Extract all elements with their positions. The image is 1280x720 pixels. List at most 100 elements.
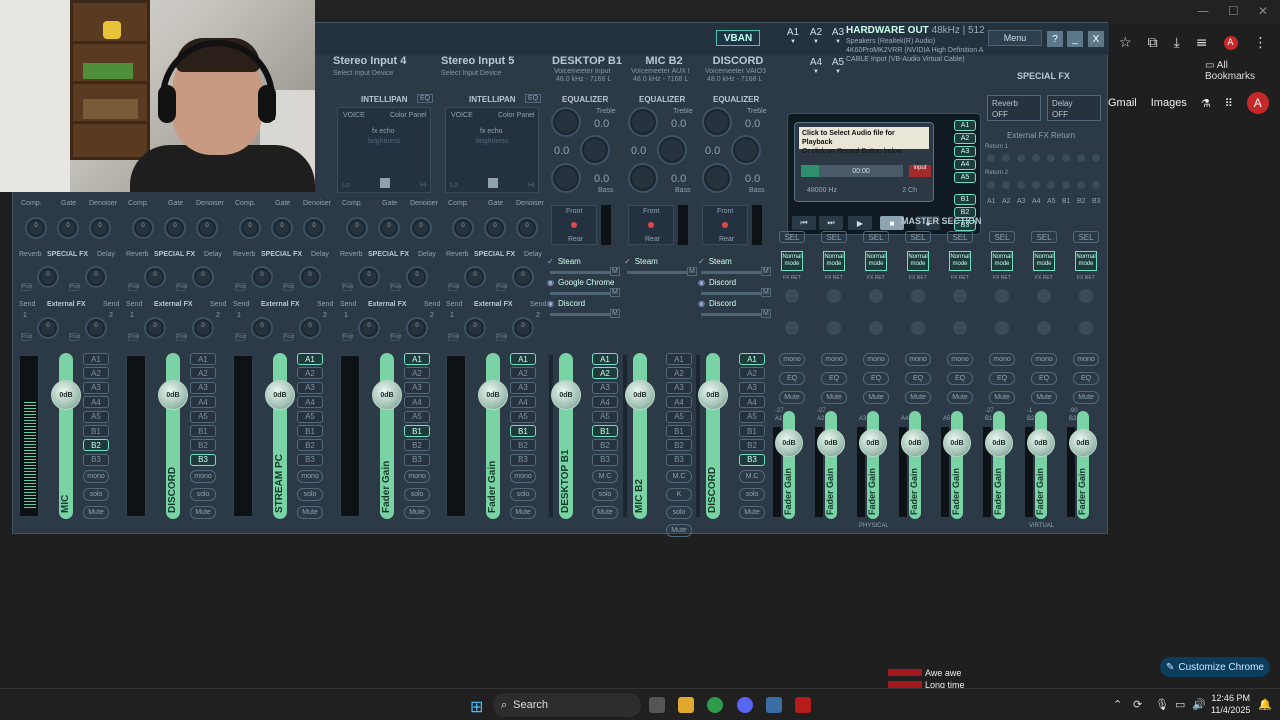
stereo-input-title[interactable]: Stereo Input 5 xyxy=(441,55,541,67)
labs-flask-icon[interactable]: ⚗ xyxy=(1201,97,1211,110)
fader-knob[interactable]: 0dB xyxy=(698,380,728,410)
master-fader-track[interactable]: Fader Gain xyxy=(1035,411,1047,519)
bus-a1-button[interactable]: A1 xyxy=(404,353,430,365)
hardware-out-devices[interactable]: Speakers (Realtek(R) Audio) 4K60ProMK2VR… xyxy=(846,37,986,64)
fader-knob[interactable]: 0dB xyxy=(478,380,508,410)
normal-mode-button[interactable]: Normal mode xyxy=(991,251,1013,271)
gmail-link[interactable]: Gmail xyxy=(1108,97,1137,109)
master-mono-button[interactable]: mono xyxy=(989,353,1015,366)
send-knob[interactable]: 0 xyxy=(406,317,428,339)
master-mute-button[interactable]: Mute xyxy=(863,391,889,404)
app-mute-button[interactable]: M xyxy=(761,267,771,276)
strip-knob[interactable]: 0 xyxy=(516,217,538,239)
master-mono-button[interactable]: mono xyxy=(821,353,847,366)
post-button[interactable]: Post xyxy=(283,283,294,291)
bus-b1-button[interactable]: B1 xyxy=(666,425,692,437)
fx-knob[interactable]: 0 xyxy=(37,266,59,288)
strip-knob[interactable]: 0 xyxy=(484,217,506,239)
tab-search-icon[interactable]: ≡ xyxy=(1196,35,1208,51)
master-fader-knob[interactable]: 0dB xyxy=(985,429,1013,457)
player-bus-a4-button[interactable]: A4 xyxy=(954,159,976,170)
fx-return-knob[interactable] xyxy=(1077,181,1085,189)
mute-button[interactable]: Mute xyxy=(510,506,536,519)
bus-a3-button[interactable]: A3 xyxy=(510,381,536,394)
player-bus-a3-button[interactable]: A3 xyxy=(954,146,976,157)
normal-mode-button[interactable]: Normal mode xyxy=(949,251,971,271)
fx-ret-knob[interactable] xyxy=(953,289,967,303)
remote-app-icon[interactable] xyxy=(766,697,782,713)
master-eq-button[interactable]: EQ xyxy=(905,372,931,385)
bus-select-A4[interactable]: A4 xyxy=(809,57,823,68)
fx-knob[interactable]: 0 xyxy=(85,266,107,288)
eq-knob[interactable] xyxy=(657,135,687,165)
close-button[interactable]: X xyxy=(1088,31,1104,47)
fx-ret-knob[interactable] xyxy=(1079,289,1093,303)
app-mute-button[interactable]: M xyxy=(687,267,697,276)
mute-button[interactable]: Mute xyxy=(666,524,692,537)
panner-panel[interactable]: Front Rear xyxy=(551,205,597,245)
eq-button[interactable]: EQ xyxy=(525,94,542,103)
post-button[interactable]: Post xyxy=(283,333,294,341)
strip-fader-track[interactable]: Fader Gain xyxy=(380,353,394,519)
master-mute-button[interactable]: Mute xyxy=(989,391,1015,404)
forward-button[interactable]: ⏭ xyxy=(819,216,843,230)
panner-panel[interactable]: Front Rear xyxy=(628,205,674,245)
master-mute-button[interactable]: Mute xyxy=(1073,391,1099,404)
solo-button[interactable]: solo xyxy=(666,506,692,519)
all-bookmarks-link[interactable]: ▭ All Bookmarks xyxy=(1205,60,1280,82)
master-mute-button[interactable]: Mute xyxy=(947,391,973,404)
chevron-down-icon[interactable]: ▼ xyxy=(786,39,800,45)
master-eq-button[interactable]: EQ xyxy=(863,372,889,385)
app-row[interactable]: ✓ Steam xyxy=(698,257,732,266)
bus-b3-button[interactable]: B3 xyxy=(190,453,216,466)
play-button[interactable]: ▶ xyxy=(848,216,872,230)
fx-return-knob[interactable] xyxy=(1062,154,1070,162)
strip-fader-track[interactable]: MIC B2 xyxy=(633,353,647,519)
fx-return-knob[interactable] xyxy=(987,154,995,162)
strip-fader-track[interactable]: MIC xyxy=(59,353,73,519)
fx-return-knob[interactable] xyxy=(1032,154,1040,162)
solo-button[interactable]: solo xyxy=(190,488,216,501)
master-mono-button[interactable]: mono xyxy=(779,353,805,366)
strip-knob[interactable]: 0 xyxy=(410,217,432,239)
virtual-input-title[interactable]: DISCORD xyxy=(700,55,776,67)
customize-chrome-button[interactable]: ✎ Customize Chrome xyxy=(1160,657,1270,677)
input-device-select[interactable]: Select Input Device xyxy=(441,70,501,77)
strip-knob[interactable]: 0 xyxy=(196,217,218,239)
fx-return-knob[interactable] xyxy=(1047,154,1055,162)
strip-knob[interactable]: 0 xyxy=(239,217,261,239)
app-mute-button[interactable]: M xyxy=(761,309,771,318)
bus-b3-button[interactable]: B3 xyxy=(592,453,618,466)
panner-dot[interactable] xyxy=(648,222,654,228)
bus-a2-button[interactable]: A2 xyxy=(404,367,430,380)
master-fader-knob[interactable]: 0dB xyxy=(817,429,845,457)
bus-a4-button[interactable]: A4 xyxy=(592,396,618,409)
taskbar-clock[interactable]: 12:46 PM 11/4/2025 xyxy=(1211,692,1250,716)
bookmark-star-icon[interactable]: ☆ xyxy=(1119,35,1132,51)
app-volume-slider[interactable] xyxy=(550,292,610,295)
bus-a3-button[interactable]: A3 xyxy=(739,381,765,394)
post-button[interactable]: Post xyxy=(21,283,32,291)
panner-panel[interactable]: Front Rear xyxy=(702,205,748,245)
fader-knob[interactable]: 0dB xyxy=(265,380,295,410)
chevron-down-icon[interactable]: ▼ xyxy=(831,69,845,75)
bus-b3-button[interactable]: B3 xyxy=(739,453,765,466)
master-sel-button[interactable]: SEL xyxy=(1073,231,1099,243)
bus-a1-button[interactable]: A1 xyxy=(666,353,692,365)
post-button[interactable]: Post xyxy=(128,283,139,291)
strip-knob[interactable]: 0 xyxy=(271,217,293,239)
cassette-display[interactable]: Click to Select Audio file for Playback … xyxy=(794,122,934,202)
strip-knob[interactable]: 0 xyxy=(452,217,474,239)
bus-a4-button[interactable]: A4 xyxy=(510,396,536,409)
more-menu-icon[interactable]: ⋮ xyxy=(1254,35,1268,51)
fader-knob[interactable]: 0dB xyxy=(551,380,581,410)
bus-a1-button[interactable]: A1 xyxy=(190,353,216,365)
strip-knob[interactable]: 0 xyxy=(378,217,400,239)
network-icon[interactable]: ▭ xyxy=(1175,698,1185,711)
master-mono-button[interactable]: mono xyxy=(1073,353,1099,366)
master-fader-knob[interactable]: 0dB xyxy=(775,429,803,457)
mute-button[interactable]: Mute xyxy=(83,506,109,519)
virtual-input-title[interactable]: MIC B2 xyxy=(626,55,702,67)
taskbar-search[interactable]: ⌕ Search xyxy=(493,693,641,717)
bus-a4-button[interactable]: A4 xyxy=(297,396,323,409)
